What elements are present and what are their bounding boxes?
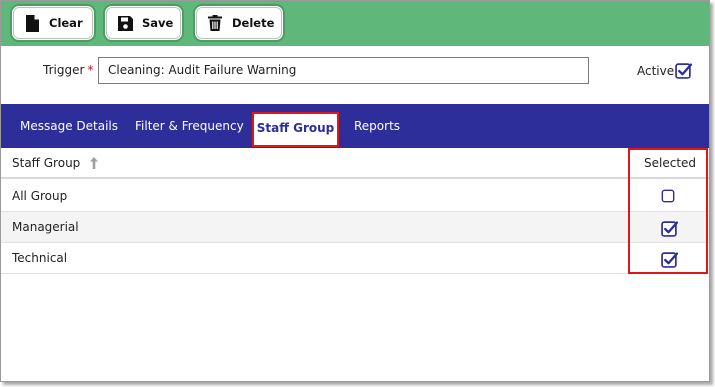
- trigger-label: Trigger *: [43, 63, 93, 77]
- trash-icon: [207, 14, 223, 32]
- table-row: Managerial: [1, 212, 709, 243]
- save-button[interactable]: Save: [105, 6, 182, 40]
- clear-button[interactable]: Clear: [12, 6, 94, 40]
- selected-column-highlight: [628, 148, 708, 274]
- toolbar: Clear Save Delete: [1, 1, 709, 46]
- tab-staff-group[interactable]: Staff Group: [252, 112, 339, 147]
- delete-label: Delete: [232, 16, 275, 30]
- document-icon: [24, 14, 40, 32]
- floppy-disk-icon: [117, 14, 133, 32]
- column-header-staff-group-label: Staff Group: [12, 156, 81, 170]
- active-label: Active: [637, 64, 675, 78]
- checked-checkbox-icon: [675, 63, 692, 79]
- tab-message-details[interactable]: Message Details: [20, 104, 118, 148]
- tab-bar: Message Details Filter & Frequency Repor…: [1, 104, 709, 148]
- staff-group-name: All Group: [12, 189, 68, 203]
- staff-group-name: Managerial: [12, 220, 79, 234]
- clear-label: Clear: [49, 16, 83, 30]
- trigger-label-text: Trigger: [43, 63, 85, 77]
- column-header-staff-group[interactable]: Staff Group: [12, 156, 99, 172]
- table-row: Technical: [1, 243, 709, 274]
- trigger-input[interactable]: Cleaning: Audit Failure Warning: [98, 57, 589, 84]
- tab-reports[interactable]: Reports: [354, 104, 400, 148]
- required-mark: *: [87, 63, 94, 77]
- window-frame: Clear Save Delete Trigger * Cleaning: Au…: [0, 0, 710, 382]
- table-header: Staff Group Selected: [1, 148, 709, 179]
- arrow-up-icon: [90, 157, 99, 172]
- tab-filter-frequency[interactable]: Filter & Frequency: [135, 104, 244, 148]
- staff-group-name: Technical: [12, 251, 68, 265]
- active-checkbox[interactable]: [675, 62, 692, 79]
- table-row: All Group: [1, 181, 709, 212]
- delete-button[interactable]: Delete: [195, 6, 283, 40]
- save-label: Save: [142, 16, 174, 30]
